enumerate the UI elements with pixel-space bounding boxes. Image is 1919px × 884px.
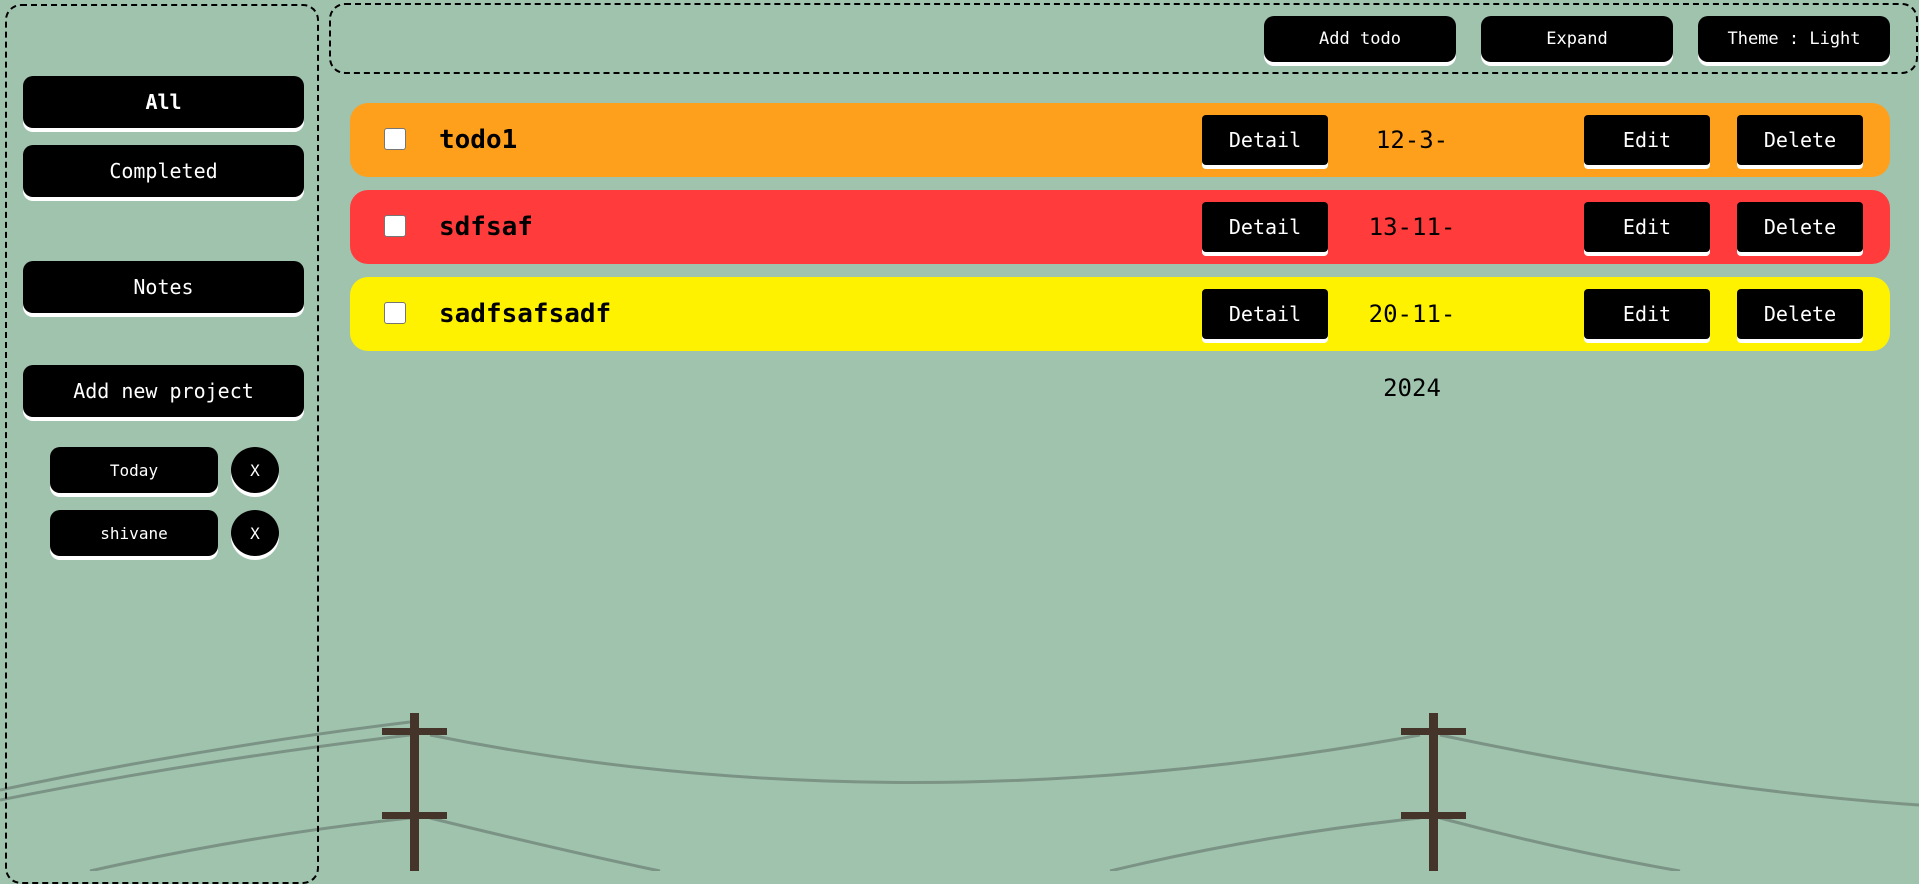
- detail-button[interactable]: Detail: [1202, 289, 1328, 339]
- remove-project-button[interactable]: X: [231, 510, 279, 556]
- add-new-project-button[interactable]: Add new project: [23, 365, 304, 417]
- todo-due-date: 12-3-2122: [1375, 126, 1449, 228]
- add-todo-button[interactable]: Add todo: [1264, 16, 1456, 62]
- expand-button[interactable]: Expand: [1481, 16, 1673, 62]
- theme-toggle-button[interactable]: Theme : Light: [1698, 16, 1890, 62]
- edit-button[interactable]: Edit: [1584, 115, 1710, 165]
- todo-row: todo1 Detail 12-3-2122 Edit Delete: [350, 103, 1890, 228]
- project-item: shivane X: [50, 510, 279, 556]
- delete-button[interactable]: Delete: [1737, 115, 1863, 165]
- detail-button[interactable]: Detail: [1202, 115, 1328, 165]
- todo-list: todo1 Detail 12-3-2122 Edit Delete sdfsa…: [350, 103, 1890, 402]
- edit-button[interactable]: Edit: [1584, 289, 1710, 339]
- todo-due-date: 20-11-2024: [1368, 300, 1456, 402]
- project-today-button[interactable]: Today: [50, 447, 218, 493]
- delete-button[interactable]: Delete: [1737, 289, 1863, 339]
- todo-title: sadfsafsadf: [439, 299, 612, 329]
- remove-project-button[interactable]: X: [231, 447, 279, 493]
- todo-due-date: 13-11-2024: [1368, 213, 1456, 315]
- notes-button[interactable]: Notes: [23, 261, 304, 313]
- delete-button[interactable]: Delete: [1737, 202, 1863, 252]
- todo-checkbox[interactable]: [384, 128, 406, 150]
- project-shivane-button[interactable]: shivane: [50, 510, 218, 556]
- sidebar: All Completed Notes Add new project Toda…: [5, 4, 319, 884]
- filter-completed-button[interactable]: Completed: [23, 145, 304, 197]
- todo-row: sadfsafsadf Detail 20-11-2024 Edit Delet…: [350, 277, 1890, 402]
- edit-button[interactable]: Edit: [1584, 202, 1710, 252]
- detail-button[interactable]: Detail: [1202, 202, 1328, 252]
- todo-title: sdfsaf: [439, 212, 533, 242]
- todo-checkbox[interactable]: [384, 302, 406, 324]
- project-item: Today X: [50, 447, 279, 493]
- todo-row: sdfsaf Detail 13-11-2024 Edit Delete: [350, 190, 1890, 315]
- top-bar: Add todo Expand Theme : Light: [329, 3, 1918, 74]
- filter-all-button[interactable]: All: [23, 76, 304, 128]
- todo-checkbox[interactable]: [384, 215, 406, 237]
- todo-title: todo1: [439, 125, 518, 155]
